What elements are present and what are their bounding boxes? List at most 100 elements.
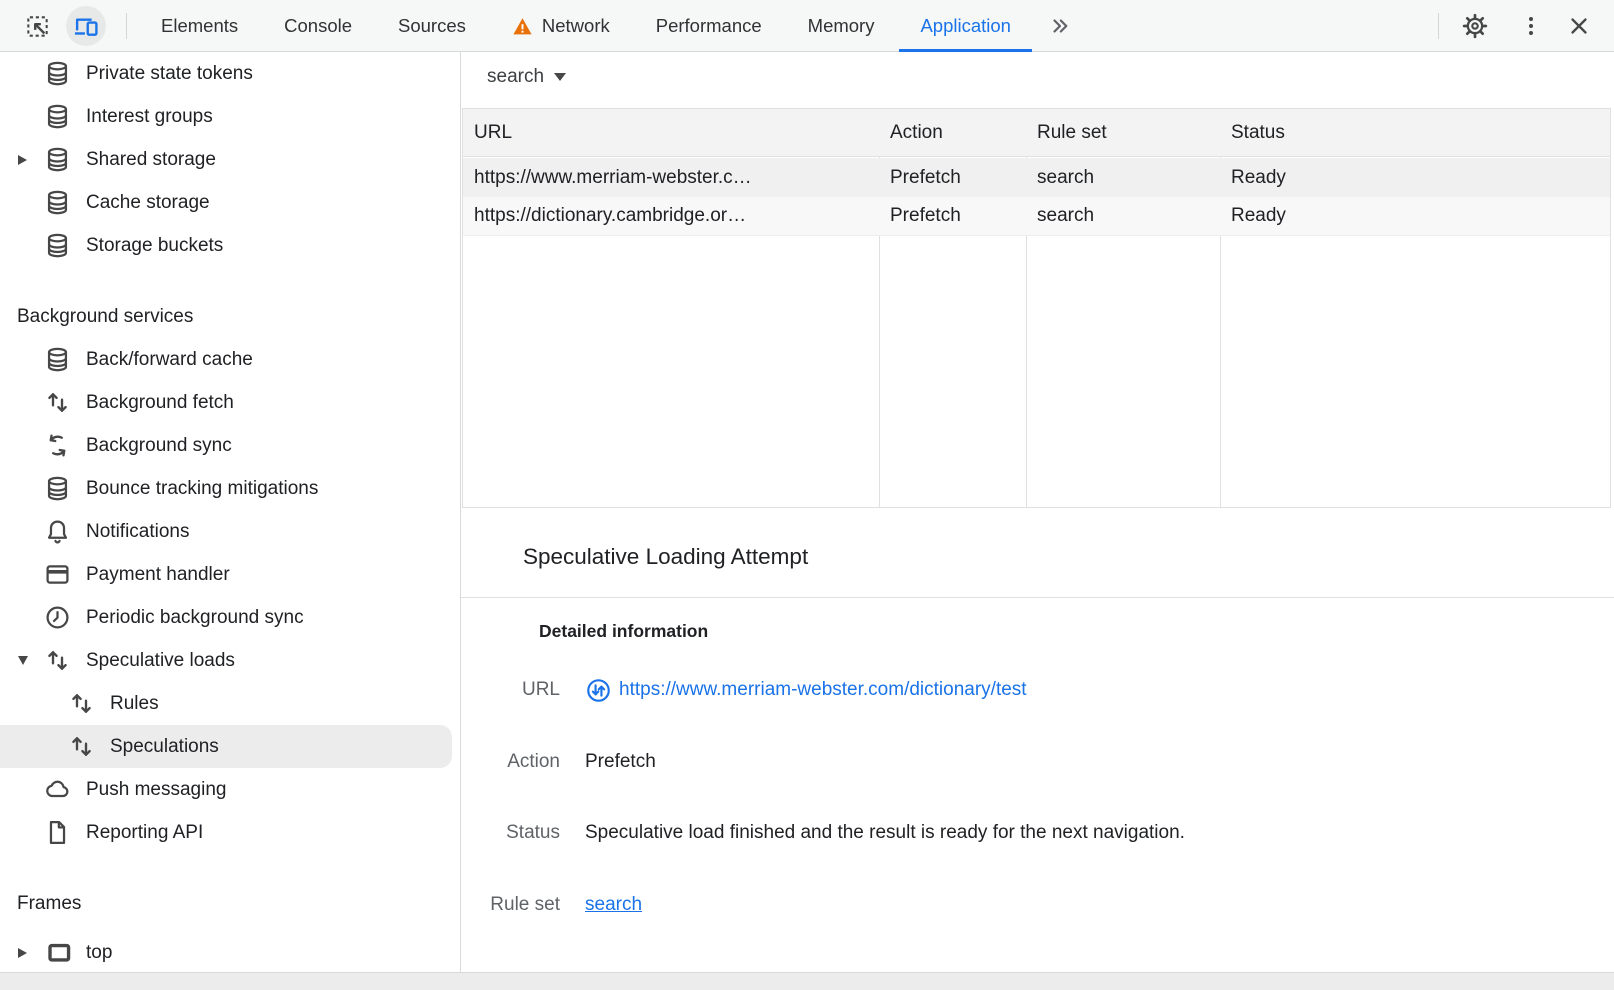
database-icon (44, 346, 71, 373)
section-divider (461, 597, 1614, 598)
inspect-element-button[interactable] (17, 6, 57, 46)
database-icon (44, 60, 71, 87)
sidebar-section-frames: Frames (0, 882, 460, 925)
tab-application[interactable]: Application (897, 0, 1034, 52)
column-header-status[interactable]: Status (1220, 109, 1610, 156)
sidebar-item-speculations[interactable]: Speculations (0, 725, 452, 768)
detail-label: Status (461, 818, 560, 848)
tab-memory[interactable]: Memory (785, 0, 898, 52)
sidebar-item-shared-storage[interactable]: Shared storage (0, 138, 460, 181)
chevron-right-icon[interactable] (18, 155, 27, 165)
more-tabs-button[interactable] (1034, 0, 1086, 52)
settings-button[interactable] (1455, 6, 1495, 46)
payment-card-icon (44, 561, 71, 588)
sidebar-item-speculative-loads[interactable]: Speculative loads (0, 639, 460, 682)
detail-value: Prefetch (585, 747, 656, 777)
cell-status: Ready (1220, 197, 1610, 235)
column-header-action[interactable]: Action (879, 109, 1026, 156)
clock-icon (44, 604, 71, 631)
tab-performance[interactable]: Performance (633, 0, 785, 52)
sidebar-item-top-frame[interactable]: top (0, 931, 460, 972)
sidebar-section-background-services: Background services (0, 295, 460, 338)
tab-network[interactable]: Network (489, 0, 633, 52)
database-icon (44, 189, 71, 216)
cell-url: https://dictionary.cambridge.or… (463, 197, 879, 235)
detailed-information-heading: Detailed information (539, 621, 708, 642)
tab-console[interactable]: Console (261, 0, 375, 52)
close-icon (1567, 14, 1591, 38)
table-row[interactable]: https://www.merriam-webster.c… Prefetch … (463, 158, 1610, 197)
detail-row-url: URL https://www.merriam-webster.com/dict… (461, 675, 1614, 705)
panel-tabs: Elements Console Sources Network Perform… (138, 0, 1086, 52)
attempt-section-title: Speculative Loading Attempt (523, 544, 808, 570)
speculations-panel: search URL Action Rule set Status https:… (461, 52, 1614, 972)
database-icon (44, 103, 71, 130)
up-down-arrows-icon (68, 690, 95, 717)
chevron-down-icon[interactable] (18, 656, 28, 665)
detail-row-status: Status Speculative load finished and the… (461, 818, 1614, 848)
sidebar-item-bounce-tracking-mitigations[interactable]: Bounce tracking mitigations (0, 467, 460, 510)
detail-row-action: Action Prefetch (461, 747, 1614, 777)
detail-value: Speculative load finished and the result… (585, 818, 1185, 848)
database-icon (44, 232, 71, 259)
customize-devtools-button[interactable] (1511, 6, 1551, 46)
devtools-tabbar: Elements Console Sources Network Perform… (0, 0, 1614, 52)
kebab-menu-icon (1519, 14, 1543, 38)
speculations-table: URL Action Rule set Status https://www.m… (462, 108, 1611, 508)
up-down-arrows-icon (68, 733, 95, 760)
rule-set-link[interactable]: search (585, 894, 642, 915)
database-icon (44, 146, 71, 173)
close-devtools-button[interactable] (1559, 6, 1599, 46)
tab-elements[interactable]: Elements (138, 0, 261, 52)
sync-icon (44, 432, 71, 459)
double-chevron-right-icon (1048, 14, 1072, 38)
sidebar-item-periodic-background-sync[interactable]: Periodic background sync (0, 596, 460, 639)
table-row[interactable]: https://dictionary.cambridge.or… Prefetc… (463, 197, 1610, 236)
file-icon (44, 819, 71, 846)
ruleset-filter-dropdown[interactable]: search (487, 66, 566, 88)
up-down-arrows-icon (44, 389, 71, 416)
cloud-icon (44, 776, 71, 803)
tab-sources[interactable]: Sources (375, 0, 489, 52)
sidebar-item-back-forward-cache[interactable]: Back/forward cache (0, 338, 460, 381)
cell-url: https://www.merriam-webster.c… (463, 158, 879, 197)
toggle-device-toolbar-button[interactable] (66, 6, 106, 46)
sidebar-item-payment-handler[interactable]: Payment handler (0, 553, 460, 596)
up-down-arrows-icon (44, 647, 71, 674)
warning-icon (512, 16, 533, 37)
device-toolbar-icon (73, 13, 99, 39)
dropdown-arrow-icon (554, 73, 566, 81)
bottom-edge-strip (0, 972, 1614, 990)
cell-action: Prefetch (879, 197, 1026, 235)
sidebar-item-reporting-api[interactable]: Reporting API (0, 811, 460, 854)
detail-label: Action (461, 747, 560, 777)
database-icon (44, 475, 71, 502)
sidebar-item-cache-storage[interactable]: Cache storage (0, 181, 460, 224)
sidebar-item-rules[interactable]: Rules (0, 682, 460, 725)
sidebar-item-storage-buckets[interactable]: Storage buckets (0, 224, 460, 267)
column-header-rule-set[interactable]: Rule set (1026, 109, 1220, 156)
bell-icon (44, 518, 71, 545)
column-header-url[interactable]: URL (463, 109, 879, 156)
detail-label: URL (461, 675, 560, 705)
cell-rule-set: search (1026, 158, 1220, 197)
inspect-icon (25, 14, 50, 39)
sidebar-item-background-sync[interactable]: Background sync (0, 424, 460, 467)
gear-icon (1462, 13, 1488, 39)
circle-up-down-arrows-icon (585, 677, 612, 704)
ruleset-filter-row: search (461, 52, 1614, 108)
sidebar-item-background-fetch[interactable]: Background fetch (0, 381, 460, 424)
sidebar-item-notifications[interactable]: Notifications (0, 510, 460, 553)
toolbar-divider (1438, 13, 1439, 39)
cell-action: Prefetch (879, 158, 1026, 197)
attempt-url-link[interactable]: https://www.merriam-webster.com/dictiona… (619, 675, 1027, 705)
sidebar-item-push-messaging[interactable]: Push messaging (0, 768, 460, 811)
table-header-row: URL Action Rule set Status (463, 109, 1610, 157)
cell-rule-set: search (1026, 197, 1220, 235)
detail-label: Rule set (461, 890, 560, 920)
application-sidebar: Private state tokens Interest groups Sha… (0, 52, 461, 972)
sidebar-item-private-state-tokens[interactable]: Private state tokens (0, 52, 460, 95)
chevron-right-icon[interactable] (18, 948, 27, 958)
detail-row-rule-set: Rule set search (461, 890, 1614, 920)
sidebar-item-interest-groups[interactable]: Interest groups (0, 95, 460, 138)
